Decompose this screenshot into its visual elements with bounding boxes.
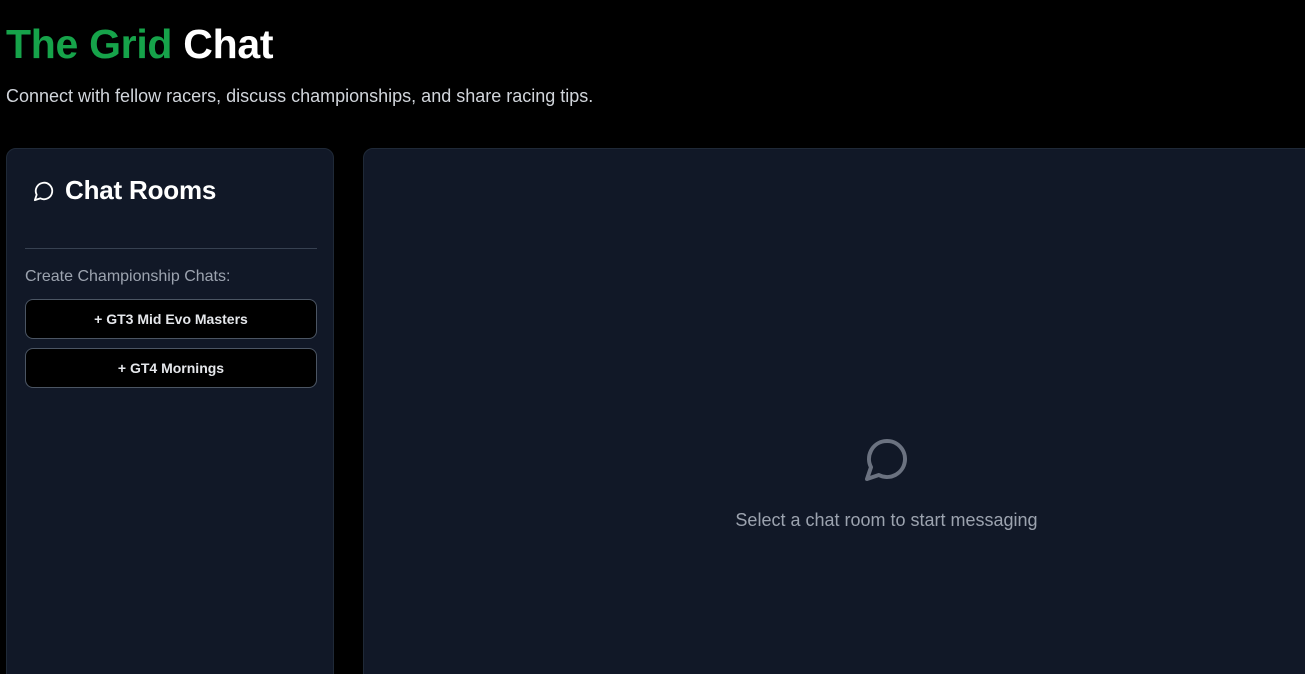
message-circle-icon [863, 435, 911, 488]
sidebar-title: Chat Rooms [65, 175, 217, 205]
page-subtitle: Connect with fellow racers, discuss cham… [6, 86, 594, 106]
create-chats-label: Create Championship Chats: [25, 268, 231, 285]
chat-main-panel: Select a chat room to start messaging [363, 148, 1305, 674]
title-rest: Chat [183, 21, 274, 67]
chat-rooms-sidebar: Chat Rooms Create Championship Chats: + … [6, 148, 334, 674]
chat-page: The Grid Chat Connect with fellow racers… [0, 0, 1305, 674]
title-accent: The Grid [6, 21, 173, 67]
create-gt3-mid-evo-masters-button[interactable]: + GT3 Mid Evo Masters [25, 299, 317, 339]
page-header: The Grid Chat Connect with fellow racers… [6, 18, 593, 107]
sidebar-divider [25, 248, 317, 249]
page-title: The Grid Chat [6, 18, 593, 70]
create-gt4-mornings-button[interactable]: + GT4 Mornings [25, 348, 317, 388]
message-circle-icon [33, 180, 55, 202]
empty-state: Select a chat room to start messaging [364, 435, 1305, 531]
empty-state-text: Select a chat room to start messaging [735, 510, 1038, 530]
sidebar-header: Chat Rooms [33, 175, 216, 206]
